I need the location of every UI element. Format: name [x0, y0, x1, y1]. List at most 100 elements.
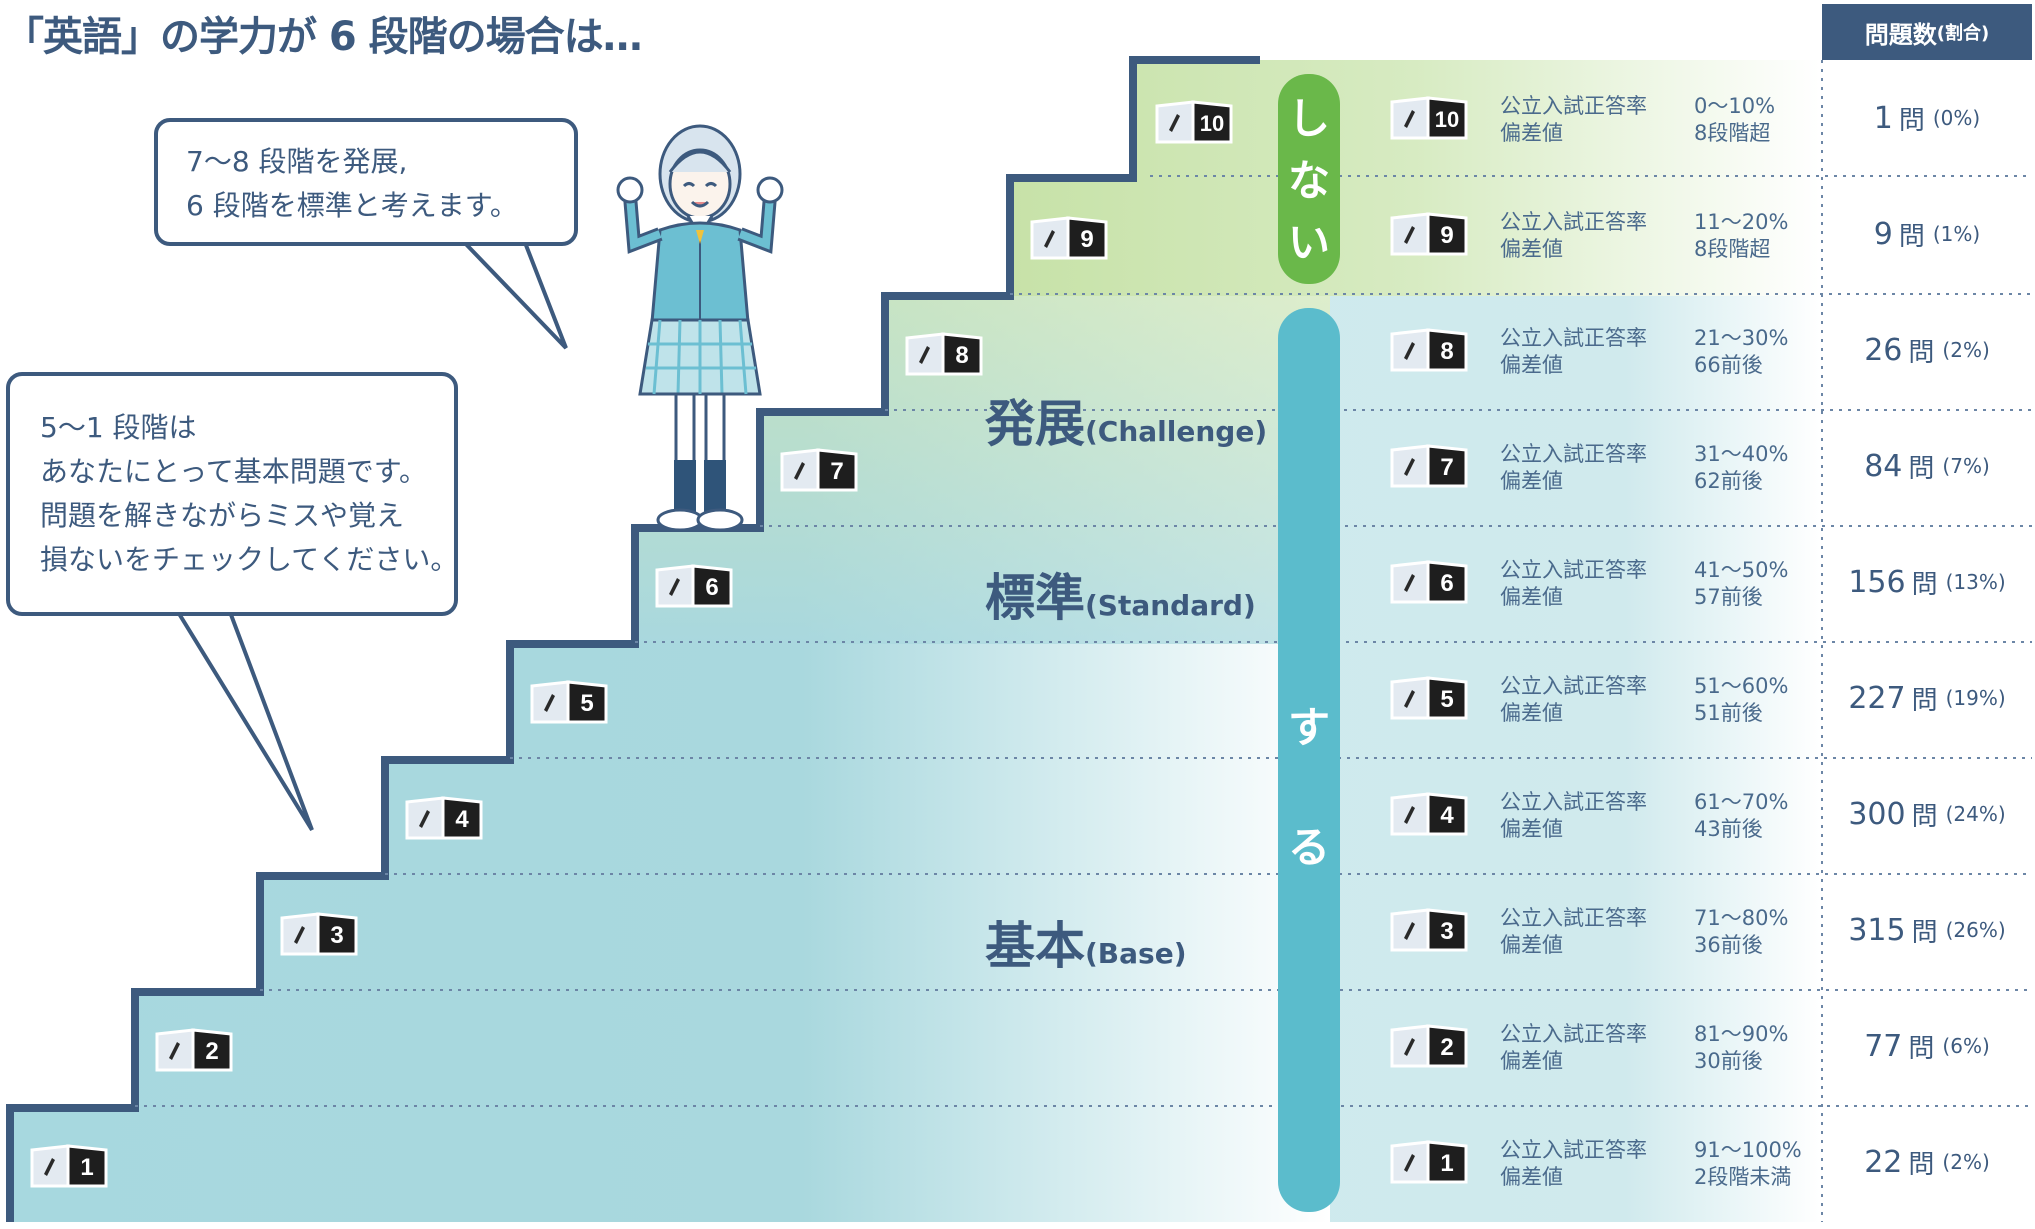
row-label-deviation: 偏差値 — [1500, 353, 1563, 377]
row-label-deviation: 偏差値 — [1500, 1165, 1563, 1189]
stair-book-7: 7 — [780, 448, 858, 496]
header-main: 問題数 — [1864, 20, 1937, 49]
book-level-number: 1 — [80, 1154, 93, 1181]
book-icon: 3 — [280, 912, 358, 956]
row-count: 315 — [1848, 912, 1906, 948]
row-rate-value: 71〜80% — [1694, 906, 1789, 930]
row-count-unit: 問 — [1908, 1033, 1935, 1064]
row-label-rate: 公立入試正答率 — [1500, 1022, 1647, 1046]
table-row: 2 公立入試正答率 偏差値 81〜90% 30前後 — [1380, 988, 1820, 1104]
row-book: 2 — [1390, 1024, 1468, 1073]
page-title: 「英語」の学力が 6 段階の場合は… — [4, 14, 643, 60]
row-rate-value: 81〜90% — [1694, 1022, 1789, 1046]
row-percent: (24%) — [1945, 802, 2006, 826]
row-count: 26 — [1864, 332, 1903, 368]
book-icon: 4 — [1390, 792, 1468, 836]
book-icon: 2 — [155, 1028, 233, 1072]
zone-base-sub: (Base) — [1085, 937, 1187, 970]
book-icon: 7 — [1390, 444, 1468, 488]
pill-suru-char: る — [1287, 823, 1330, 872]
table-row: 10 公立入試正答率 偏差値 0〜10% 8段階超 — [1380, 60, 1820, 176]
stair-book-4: 4 — [405, 796, 483, 844]
row-count-cell: 315 問 (26%) — [1822, 872, 2032, 988]
book-level-number: 10 — [1435, 107, 1459, 132]
row-percent: (26%) — [1945, 918, 2006, 942]
zone-base: 基本(Base) — [985, 906, 1187, 978]
row-label-rate: 公立入試正答率 — [1500, 558, 1647, 582]
zone-standard-title: 標準 — [985, 569, 1085, 627]
row-deviation-value: 66前後 — [1694, 353, 1763, 377]
row-rate-value: 41〜50% — [1694, 558, 1789, 582]
row-deviation-value: 8段階超 — [1694, 237, 1771, 261]
table-row: 1 公立入試正答率 偏差値 91〜100% 2段階未満 — [1380, 1104, 1820, 1220]
row-book: 4 — [1390, 792, 1468, 841]
row-count-unit: 問 — [1898, 105, 1925, 136]
row-deviation-value: 30前後 — [1694, 1049, 1763, 1073]
zone-standard: 標準(Standard) — [985, 558, 1256, 630]
stair-book-1: 1 — [30, 1144, 108, 1192]
book-icon: 1 — [1390, 1140, 1468, 1184]
row-count-unit: 問 — [1908, 1149, 1935, 1180]
row-label-deviation: 偏差値 — [1500, 469, 1563, 493]
row-count: 84 — [1864, 448, 1903, 484]
row-count-cell: 156 問 (13%) — [1822, 524, 2032, 640]
book-level-number: 2 — [1440, 1034, 1453, 1061]
table-row: 6 公立入試正答率 偏差値 41〜50% 57前後 — [1380, 524, 1820, 640]
row-percent: (6%) — [1942, 1034, 1990, 1058]
stair-book-5: 5 — [530, 680, 608, 728]
row-rate-value: 11〜20% — [1694, 210, 1789, 234]
row-book: 8 — [1390, 328, 1468, 377]
row-percent: (19%) — [1945, 686, 2006, 710]
row-label-rate: 公立入試正答率 — [1500, 906, 1647, 930]
book-icon: 7 — [780, 448, 858, 492]
book-icon: 3 — [1390, 908, 1468, 952]
row-count: 227 — [1848, 680, 1906, 716]
row-rate-value: 31〜40% — [1694, 442, 1789, 466]
book-icon: 10 — [1155, 100, 1233, 144]
row-rate-value: 91〜100% — [1694, 1138, 1802, 1162]
book-icon: 1 — [30, 1144, 108, 1188]
row-deviation-value: 57前後 — [1694, 585, 1763, 609]
table-row: 5 公立入試正答率 偏差値 51〜60% 51前後 — [1380, 640, 1820, 756]
bubble-top: 7〜8 段階を発展, 6 段階を標準と考えます。 — [154, 118, 578, 246]
row-label-deviation: 偏差値 — [1500, 237, 1563, 261]
table-row: 4 公立入試正答率 偏差値 61〜70% 43前後 — [1380, 756, 1820, 872]
bubble-left-line: 5〜1 段階は — [40, 411, 197, 444]
stair-book-3: 3 — [280, 912, 358, 960]
row-count-unit: 問 — [1911, 569, 1938, 600]
row-count-unit: 問 — [1911, 801, 1938, 832]
book-level-number: 9 — [1080, 226, 1093, 253]
row-count-cell: 300 問 (24%) — [1822, 756, 2032, 872]
row-label-deviation: 偏差値 — [1500, 933, 1563, 957]
table-row: 7 公立入試正答率 偏差値 31〜40% 62前後 — [1380, 408, 1820, 524]
row-label-deviation: 偏差値 — [1500, 701, 1563, 725]
row-label-rate: 公立入試正答率 — [1500, 94, 1647, 118]
book-icon: 4 — [405, 796, 483, 840]
book-level-number: 5 — [1440, 686, 1453, 713]
book-level-number: 4 — [455, 806, 469, 833]
stair-book-8: 8 — [905, 332, 983, 380]
stair-book-6: 6 — [655, 564, 733, 612]
row-deviation-value: 62前後 — [1694, 469, 1763, 493]
pill-shinai-char: い — [1287, 218, 1330, 267]
book-level-number: 9 — [1440, 222, 1453, 249]
row-deviation-value: 51前後 — [1694, 701, 1763, 725]
row-deviation-value: 43前後 — [1694, 817, 1763, 841]
row-percent: (1%) — [1932, 222, 1981, 246]
row-count-unit: 問 — [1911, 917, 1938, 948]
row-percent: (0%) — [1932, 106, 1981, 130]
row-count-cell: 9 問 (1%) — [1822, 176, 2032, 292]
row-label-rate: 公立入試正答率 — [1500, 326, 1647, 350]
book-level-number: 7 — [1440, 454, 1453, 481]
table-row: 8 公立入試正答率 偏差値 21〜30% 66前後 — [1380, 292, 1820, 408]
book-level-number: 5 — [580, 690, 593, 717]
student-illustration — [616, 124, 784, 532]
book-icon: 10 — [1390, 96, 1468, 140]
row-book: 7 — [1390, 444, 1468, 493]
table-row: 3 公立入試正答率 偏差値 71〜80% 36前後 — [1380, 872, 1820, 988]
row-deviation-value: 36前後 — [1694, 933, 1763, 957]
row-count-unit: 問 — [1908, 337, 1935, 368]
row-percent: (2%) — [1942, 338, 1990, 362]
pill-shinai: し な い — [1278, 74, 1340, 284]
row-book: 5 — [1390, 676, 1468, 725]
